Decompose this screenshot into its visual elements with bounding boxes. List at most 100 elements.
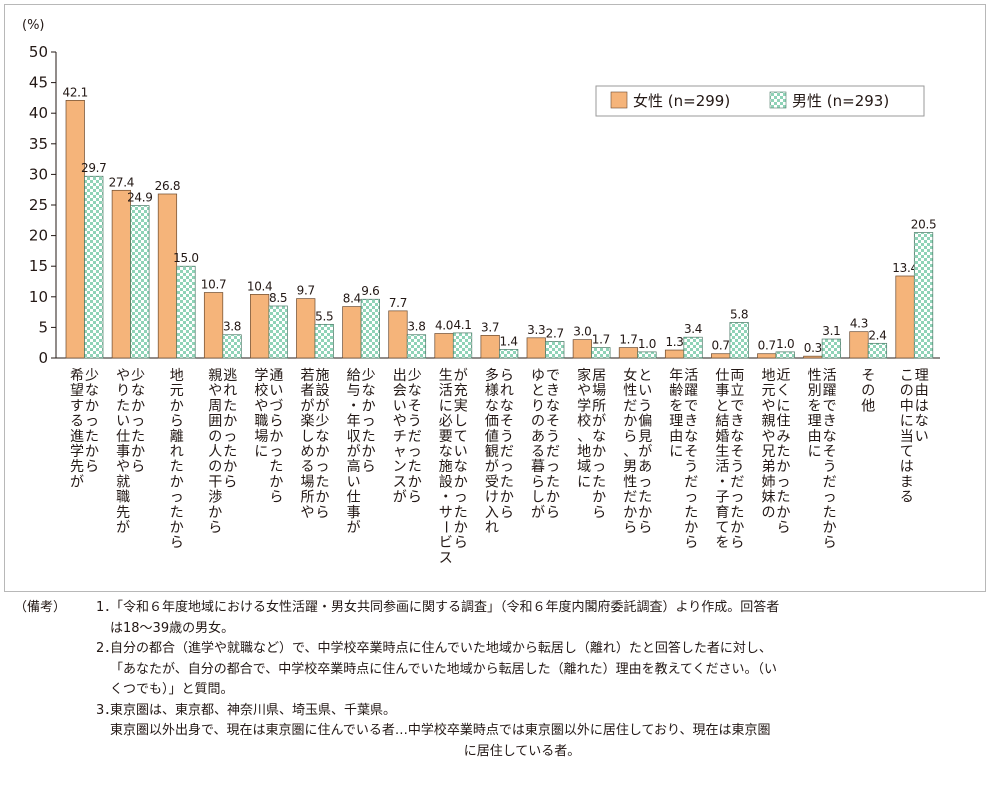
category-label-char: れ (170, 444, 184, 460)
category-label-char: 偏 (638, 414, 652, 430)
category-label-char: た (131, 429, 145, 445)
category-label: 希望する進学先が (70, 368, 84, 490)
category-label-char: 逃 (223, 368, 237, 384)
category-label-char: ら (269, 414, 283, 430)
data-label: 3.4 (684, 322, 702, 336)
category-label-char: 地 (762, 368, 776, 384)
category-label-char: が (347, 520, 361, 536)
bars: 42.129.727.424.926.815.010.73.810.48.59.… (62, 85, 937, 359)
category-label-char: ら (684, 535, 698, 551)
category-label: 少なそうだったから (408, 368, 422, 506)
data-label: 10.7 (201, 278, 227, 292)
bar-chart: (%) 0 5 10 15 20 25 30 35 40 45 50 42.1 29.727.4 24.… (22, 18, 940, 566)
category-label-char: ス (439, 550, 453, 566)
category-label-char: く (777, 383, 791, 399)
category-label-char: な (408, 383, 422, 399)
bar-male (775, 351, 795, 359)
category-label-char: と (715, 398, 729, 414)
category-labels: 少なかったから希望する進学先が少なかったからやりたい仕事や就職先が地元から離れた… (70, 367, 929, 566)
category-label-char: な (915, 414, 929, 430)
data-label: 0.3 (804, 341, 822, 355)
category-label-char: 地 (170, 368, 184, 384)
category-label-char: て (900, 444, 914, 460)
y-tick-label: 30 (29, 165, 48, 183)
category-label-char: だ (408, 429, 422, 445)
category-label-char: 生 (715, 444, 729, 460)
category-label-char: 者 (301, 383, 315, 399)
category-label-char: か (623, 505, 637, 521)
notes-prefix: （備考） (14, 600, 67, 615)
data-label: 3.7 (481, 320, 499, 334)
category-label: できなそうだったから (546, 368, 560, 521)
category-label-char: で (684, 398, 698, 414)
category-label-char: か (223, 459, 237, 475)
category-label-char: 地 (577, 444, 591, 460)
bar-male (637, 351, 657, 359)
legend-swatch-male (769, 91, 787, 109)
category-label-char: ら (546, 505, 560, 521)
data-label: 3.1 (822, 324, 840, 338)
category-label-char: づ (269, 398, 283, 414)
category-label: やりたい仕事や就職先が (116, 368, 130, 536)
category-label-char: 実 (454, 398, 468, 414)
category-label-char: 楽 (301, 414, 315, 430)
bar-female (849, 331, 869, 359)
category-label-char: 充 (454, 383, 468, 399)
category-label-char: 少 (131, 368, 145, 384)
category-label-char: 若 (301, 368, 315, 384)
category-label-char: 見 (638, 429, 652, 445)
category-label-char: っ (454, 490, 468, 506)
category-label-char: ら (730, 535, 744, 551)
data-label: 27.4 (109, 175, 135, 189)
category-label-char: 校 (254, 382, 268, 399)
category-label-char: ら (170, 414, 184, 430)
category-label-char: あ (638, 459, 652, 475)
category-label-char: る (70, 414, 84, 430)
data-label: 15.0 (173, 251, 199, 265)
bar-male (729, 322, 749, 359)
category-label-char: か (623, 414, 637, 430)
data-label: 29.7 (81, 161, 107, 175)
category-label-char: た (116, 398, 130, 414)
category-label-char: な (730, 429, 744, 445)
category-label: 少なかったから (362, 368, 376, 475)
category-label-char: ら (638, 520, 652, 536)
category-label-char: た (500, 474, 514, 490)
category-label-char: ら (623, 429, 637, 445)
bar-female (296, 298, 316, 359)
category-label-char: 躍 (823, 383, 837, 399)
legend-swatch-female (610, 91, 628, 109)
category-label-char: 性 (623, 474, 637, 490)
category-label-char: 姉 (762, 474, 776, 490)
category-label: 活躍できなそうだったから (684, 368, 698, 551)
category-label-char: 年 (669, 368, 683, 384)
category-label-char: を (808, 398, 822, 414)
category-label: が充実していなかったから (454, 368, 468, 551)
data-label: 3.3 (527, 323, 545, 337)
category-label-char: 少 (362, 368, 376, 384)
category-label-char: っ (592, 459, 606, 475)
category-label-char: ら (531, 474, 545, 490)
bar-female (757, 353, 777, 359)
data-label: 4.3 (850, 317, 868, 331)
category-label-char: な (362, 383, 376, 399)
y-tick-label: 35 (29, 135, 48, 153)
bar-female (388, 310, 408, 359)
category-label-char: な (85, 383, 99, 399)
category-label: 年齢を理由に (669, 368, 683, 460)
category-label-char: か (684, 520, 698, 536)
category-label-char: 職 (254, 414, 268, 430)
data-label: 3.8 (407, 320, 425, 334)
category-label-char: を (669, 398, 683, 414)
category-label-char: ャ (393, 444, 407, 460)
note-1: （備考） 1． 「令和６年度地域における女性活躍・男女共同参画に関する調査」（令… (14, 598, 974, 639)
category-label-char: ー (437, 520, 453, 534)
category-label-char: ・ (439, 490, 453, 506)
bar-male (222, 334, 242, 359)
category-label-char: た (684, 505, 698, 521)
category-label-char: 事 (116, 444, 130, 460)
category-label-char: が (393, 490, 407, 506)
category-label-char: 施 (439, 459, 453, 475)
category-label-char: か (408, 474, 422, 490)
category-label-char: た (85, 429, 99, 445)
